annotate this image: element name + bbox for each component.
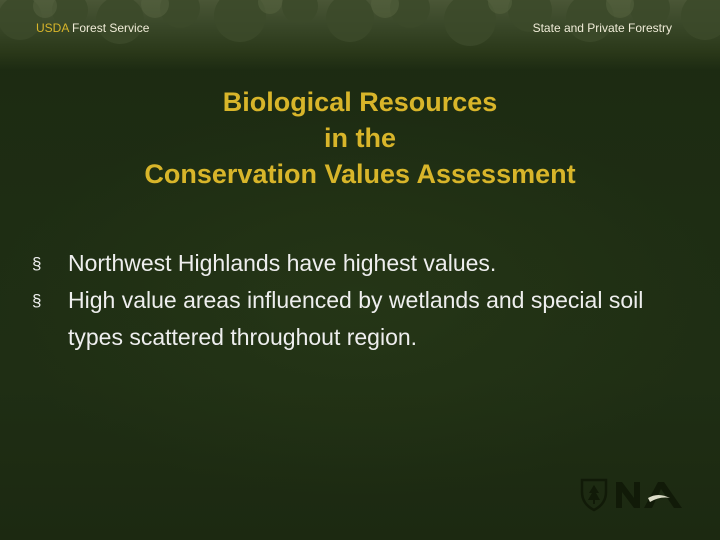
bullet-text: High value areas influenced by wetlands … [68, 287, 644, 350]
slide: USDA Forest Service State and Private Fo… [0, 0, 720, 540]
nia-logo-icon [616, 482, 682, 508]
title-line-1: Biological Resources [222, 87, 498, 117]
bullet-marker: § [32, 291, 42, 310]
title-line-3: Conservation Values Assessment [144, 159, 576, 189]
bullet-item: § Northwest Highlands have highest value… [30, 245, 690, 282]
footer-logos [578, 476, 688, 512]
header-org: USDA Forest Service [36, 21, 149, 35]
treeline-banner [0, 0, 720, 70]
bullet-item: § High value areas influenced by wetland… [30, 282, 690, 356]
header-department: State and Private Forestry [532, 21, 672, 35]
bullet-list: § Northwest Highlands have highest value… [30, 245, 690, 356]
bullet-text: Northwest Highlands have highest values. [68, 250, 497, 276]
usda-label: USDA [36, 21, 69, 35]
bullet-marker: § [32, 254, 42, 273]
forest-service-label: Forest Service [68, 21, 150, 35]
slide-title: Biological Resources in the Conservation… [0, 84, 720, 192]
tree-silhouette-icon [0, 0, 720, 46]
title-line-2: in the [324, 123, 396, 153]
forest-service-shield-icon [580, 478, 608, 512]
